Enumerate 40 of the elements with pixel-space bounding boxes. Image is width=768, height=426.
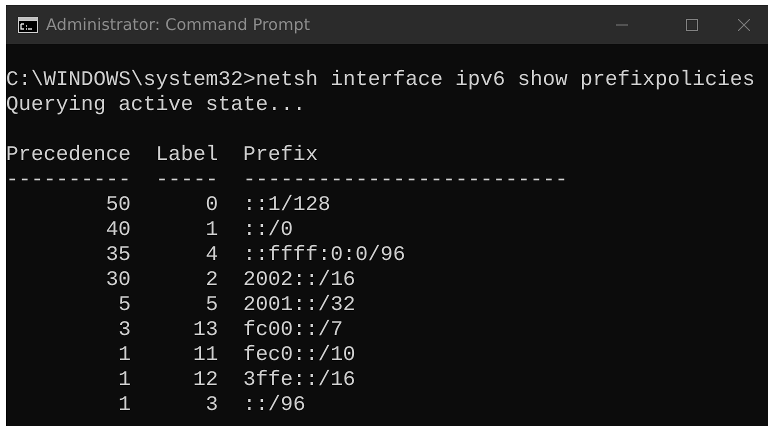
table-cell: 3ffe::/16 xyxy=(243,368,356,393)
minimize-icon xyxy=(616,24,628,26)
table-cell: 5 xyxy=(206,293,218,318)
maximize-icon xyxy=(686,18,698,30)
header-underline: ----- xyxy=(156,168,218,193)
column-header: Prefix xyxy=(243,143,318,168)
table-cell: 4 xyxy=(206,243,218,268)
table-cell: 3 xyxy=(118,318,131,343)
header-underline: -------------------------- xyxy=(243,168,568,193)
table-cell: 2001::/32 xyxy=(243,293,356,318)
table-cell: 3 xyxy=(206,393,218,418)
table-cell: 0 xyxy=(206,193,218,218)
table-cell: 5 xyxy=(118,293,131,318)
column-header: Precedence xyxy=(6,143,131,168)
table-cell: 30 xyxy=(106,268,131,293)
table-cell: 40 xyxy=(106,218,131,243)
table-cell: 2 xyxy=(206,268,218,293)
table-cell: 12 xyxy=(193,368,218,393)
table-cell: 11 xyxy=(193,343,218,368)
table-cell: 50 xyxy=(106,193,131,218)
table-cell: 1 xyxy=(118,368,131,393)
table-cell: 35 xyxy=(106,243,131,268)
table-cell: 1 xyxy=(118,343,131,368)
table-cell: ::/96 xyxy=(243,393,306,418)
table-cell: ::ffff:0:0/96 xyxy=(243,243,406,268)
console-line: Querying active state... xyxy=(6,94,306,117)
terminal-app-icon xyxy=(18,16,38,32)
table-cell: 1 xyxy=(118,393,131,418)
console-line: C:\WINDOWS\system32>netsh interface ipv6 show prefixpolicies xyxy=(6,69,755,92)
table-cell: ::/0 xyxy=(243,218,294,243)
table-cell: 13 xyxy=(193,318,218,343)
table-cell: 2002::/16 xyxy=(243,268,356,293)
window-title: Administrator: Command Prompt xyxy=(46,15,311,34)
table-cell: 1 xyxy=(206,218,218,243)
header-underline: ---------- xyxy=(6,168,131,193)
table-cell: fec0::/10 xyxy=(243,343,356,368)
column-header: Label xyxy=(156,143,218,168)
table-cell: ::1/128 xyxy=(243,193,330,218)
close-icon xyxy=(738,18,750,30)
table-cell: fc00::/7 xyxy=(243,318,343,343)
